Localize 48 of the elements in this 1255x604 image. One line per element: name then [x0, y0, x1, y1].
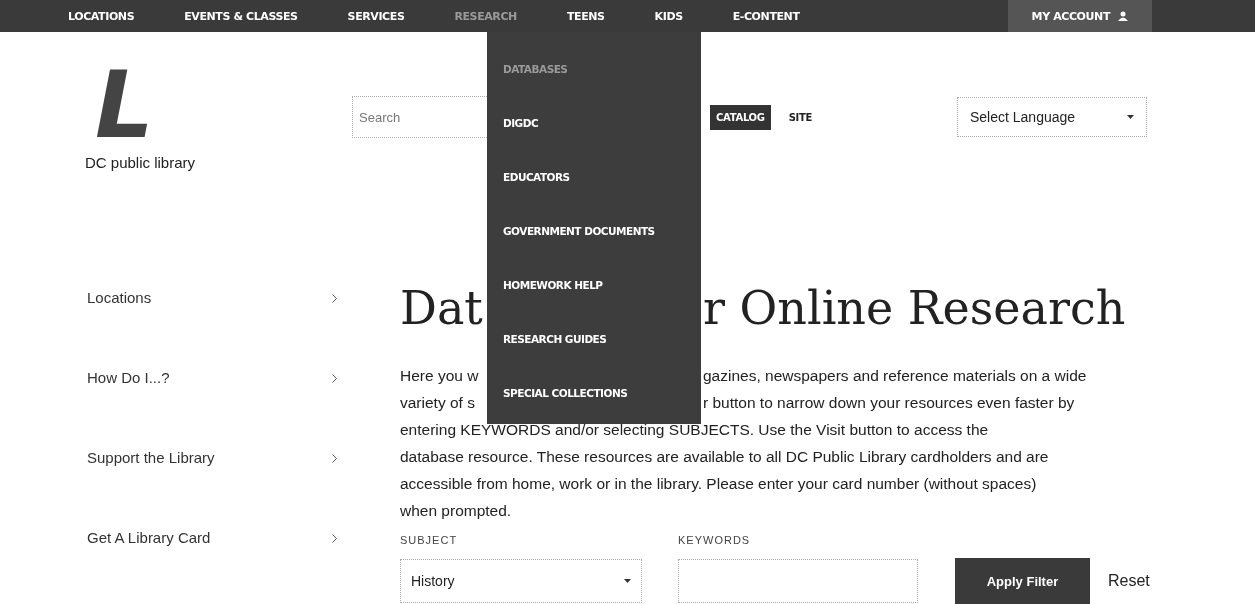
- nav-link[interactable]: LOCATIONS: [68, 9, 135, 23]
- sidebar-link[interactable]: Get A Library Card: [87, 526, 211, 550]
- menu-item[interactable]: DIGDC: [487, 96, 701, 150]
- nav-link[interactable]: SERVICES: [347, 9, 405, 23]
- field-label: KEYWORDS: [678, 534, 751, 546]
- chevron-right-icon: [332, 374, 337, 383]
- sidebar-link[interactable]: How Do I...?: [87, 366, 170, 390]
- logo-name[interactable]: DC public library: [85, 153, 196, 171]
- nav-link[interactable]: TEENS: [566, 9, 605, 23]
- nav-link[interactable]: KIDS: [654, 9, 683, 23]
- search-field[interactable]: Search: [352, 96, 487, 138]
- menu-item[interactable]: EDUCATORS: [487, 150, 701, 204]
- account-button[interactable]: MY ACCOUNT: [1007, 0, 1152, 32]
- logo-letter[interactable]: L: [95, 63, 154, 148]
- menu-item[interactable]: HOMEWORK HELP: [487, 258, 701, 312]
- subject-select[interactable]: History: [400, 559, 642, 603]
- intro-text: when prompted.: [400, 502, 512, 519]
- nav-link[interactable]: RESEARCH: [454, 9, 517, 23]
- menu-item[interactable]: DATABASES: [487, 42, 701, 96]
- chevron-right-icon: [332, 294, 337, 303]
- language-select[interactable]: Select Language: [957, 97, 1147, 137]
- intro-text: entering KEYWORDS and/or selecting SUBJECTS. Use the Visit button to access the: [400, 421, 989, 438]
- page-heading: Dat: [400, 280, 484, 337]
- intro-text: gazines, newspapers and reference materials on a wide: [703, 366, 1088, 386]
- chevron-right-icon: [332, 454, 337, 463]
- page-heading: r Online Research: [703, 280, 1127, 337]
- scope-tab[interactable]: SITE: [782, 104, 819, 130]
- intro-text: accessible from home, work or in the library. Please enter your card number (without spaces): [400, 475, 1037, 492]
- scope-tab[interactable]: CATALOG: [710, 104, 771, 130]
- keywords-field[interactable]: [678, 559, 918, 603]
- nav-link[interactable]: E-CONTENT: [732, 9, 800, 23]
- field-label: SUBJECT: [400, 534, 459, 546]
- reset-button[interactable]: Reset: [1102, 571, 1156, 591]
- intro-text: r button to narrow down your resources even faster by: [703, 393, 1076, 413]
- menu-item[interactable]: SPECIAL COLLECTIONS: [487, 366, 701, 420]
- menu-item[interactable]: GOVERNMENT DOCUMENTS: [487, 204, 701, 258]
- intro-text: variety of s: [400, 393, 476, 413]
- intro-text: database resource. These resources are available to all DC Public Library cardholders and are: [400, 448, 1049, 465]
- intro-text: Here you w: [400, 366, 480, 386]
- sidebar-link[interactable]: Locations: [87, 286, 152, 310]
- menu-item[interactable]: RESEARCH GUIDES: [487, 312, 701, 366]
- sidebar-link[interactable]: Support the Library: [87, 446, 215, 470]
- nav-link[interactable]: EVENTS & CLASSES: [184, 9, 298, 23]
- caret-icon: [624, 579, 631, 583]
- apply-filter-button[interactable]: Apply Filter: [955, 558, 1090, 604]
- caret-icon: [1127, 115, 1134, 119]
- user-icon: [1118, 11, 1128, 21]
- chevron-right-icon: [332, 534, 337, 543]
